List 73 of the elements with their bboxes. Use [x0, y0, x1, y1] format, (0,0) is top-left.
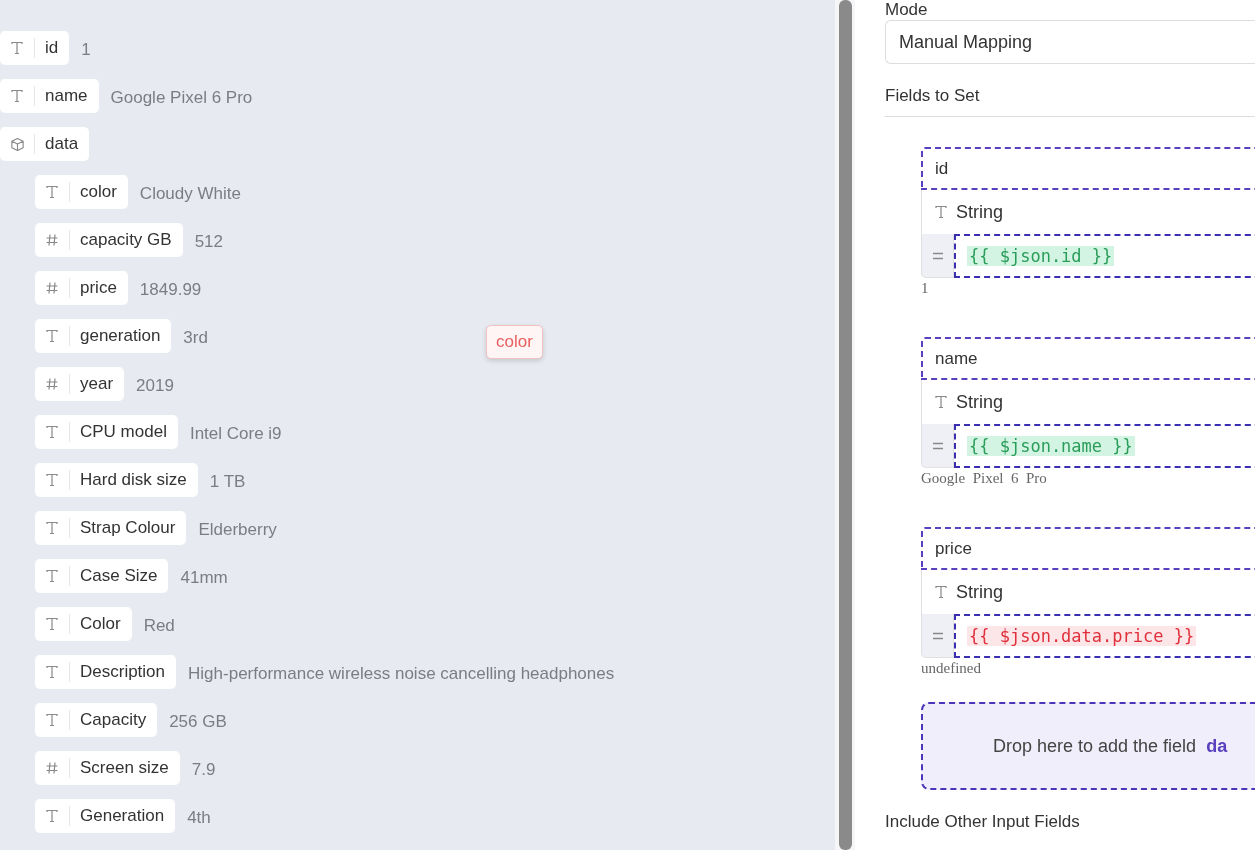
- text-type-icon: [45, 425, 59, 439]
- text-type-icon: [45, 569, 59, 583]
- text-type-icon: [934, 395, 948, 409]
- text-type-icon: [45, 521, 59, 535]
- text-type-icon: [45, 473, 59, 487]
- expression-result: Google Pixel 6 Pro: [921, 470, 1048, 487]
- field-value: 7.9: [191, 759, 216, 780]
- hash-icon: [45, 281, 59, 295]
- field-key-chip[interactable]: price: [35, 271, 128, 305]
- field-key-chip[interactable]: Hard disk size: [35, 463, 198, 497]
- field-key-chip[interactable]: Description: [35, 655, 177, 689]
- field-value: 1: [81, 39, 91, 60]
- field-value: Elderberry: [198, 519, 277, 540]
- field-key-chip[interactable]: id: [0, 31, 70, 65]
- drop-zone[interactable]: Drop here to add the field da: [921, 702, 1255, 790]
- drop-zone-text: Drop here to add the field da: [993, 735, 1228, 757]
- text-type-icon: [934, 205, 948, 219]
- field-value: 1849.99: [139, 279, 202, 300]
- expression-code: {{ $json.data.price }}: [967, 626, 1197, 646]
- section-heading: Fields to Set: [885, 86, 981, 106]
- expression-code: {{ $json.name }}: [967, 436, 1135, 456]
- text-type-icon: [45, 665, 59, 679]
- field-value: High-performance wireless noise cancelling headphones: [188, 663, 615, 684]
- field-key-chip[interactable]: Color: [35, 607, 132, 641]
- equals-icon: [932, 631, 943, 640]
- field-key-chip[interactable]: Capacity: [35, 703, 158, 737]
- field-value: Red: [143, 615, 175, 636]
- text-type-icon: [934, 585, 948, 599]
- field-value: 4th: [187, 807, 211, 828]
- field-value: Intel Core i9: [189, 423, 282, 444]
- cube-icon: [9, 136, 25, 152]
- field-value: 256 GB: [169, 711, 227, 732]
- field-value: 3rd: [183, 327, 208, 348]
- expression-toggle[interactable]: [921, 614, 954, 658]
- drag-chip: color: [486, 325, 543, 359]
- field-key-chip[interactable]: year: [35, 367, 125, 401]
- field-value: 2019: [136, 375, 174, 396]
- field-value: Cloudy White: [139, 183, 241, 204]
- mode-label: Mode: [885, 0, 929, 20]
- equals-icon: [932, 251, 943, 260]
- field-key-chip[interactable]: Strap Colour: [35, 511, 187, 545]
- scrollbar-thumb[interactable]: [838, 0, 852, 850]
- field-key-chip[interactable]: name: [0, 79, 99, 113]
- text-type-icon: [45, 713, 59, 727]
- text-type-icon: [45, 185, 59, 199]
- field-value: 1 TB: [209, 471, 246, 492]
- text-type-icon: [10, 41, 24, 55]
- field-key-chip[interactable]: Case Size: [35, 559, 169, 593]
- hash-icon: [45, 377, 59, 391]
- field-value: 512: [194, 231, 224, 252]
- field-key-chip[interactable]: generation: [35, 319, 172, 353]
- hash-icon: [45, 233, 59, 247]
- field-value: Google Pixel 6 Pro: [110, 87, 253, 108]
- text-type-icon: [10, 89, 24, 103]
- hash-icon: [45, 761, 59, 775]
- field-key-chip[interactable]: data: [0, 127, 90, 161]
- text-type-icon: [45, 329, 59, 343]
- expression-result: undefined: [921, 660, 982, 677]
- field-key-chip[interactable]: capacity GB: [35, 223, 183, 257]
- expression-code: {{ $json.id }}: [967, 246, 1115, 266]
- text-type-icon: [45, 809, 59, 823]
- field-key-chip[interactable]: Generation: [35, 799, 176, 833]
- expression-toggle[interactable]: [921, 234, 954, 278]
- mode-dropdown[interactable]: Manual Mapping: [885, 20, 1255, 64]
- expression-toggle[interactable]: [921, 424, 954, 468]
- field-key-chip[interactable]: CPU model: [35, 415, 178, 449]
- field-key-chip[interactable]: Screen size: [35, 751, 180, 785]
- text-type-icon: [45, 617, 59, 631]
- field-key-chip[interactable]: color: [35, 175, 128, 209]
- equals-icon: [932, 441, 943, 450]
- include-fields-label: Include Other Input Fields: [885, 812, 1081, 832]
- field-value: 41mm: [180, 567, 228, 588]
- expression-result: 1: [921, 280, 930, 297]
